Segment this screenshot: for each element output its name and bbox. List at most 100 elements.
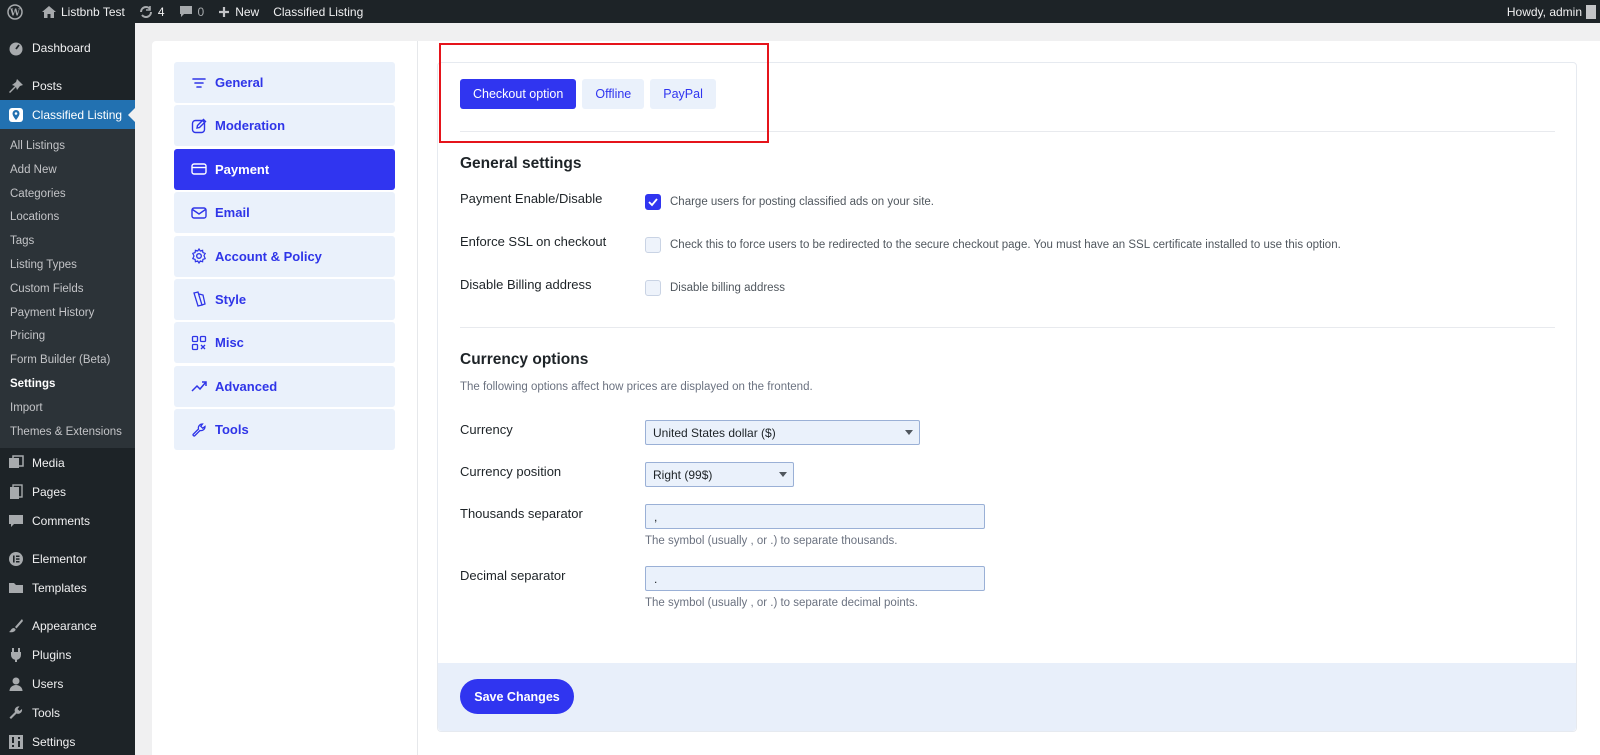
- settings-nav: General Moderation Payment Email Account…: [174, 62, 395, 453]
- decimal-separator-help: The symbol (usually , or .) to separate …: [645, 597, 918, 609]
- panel-divider: [417, 41, 418, 755]
- new-label: New: [235, 4, 260, 19]
- menu-settings[interactable]: Settings: [0, 727, 135, 755]
- submenu-themes-extensions[interactable]: Themes & Extensions: [0, 421, 135, 445]
- gear-icon: [191, 248, 207, 265]
- ssl-label: Enforce SSL on checkout: [460, 234, 607, 249]
- nav-misc-label: Misc: [215, 335, 244, 351]
- menu-settings-label: Settings: [32, 734, 76, 749]
- site-name-link[interactable]: Listbnb Test: [35, 0, 132, 23]
- user-icon: [8, 676, 24, 692]
- admin-menu: Dashboard Posts Classified Listing All L…: [0, 23, 135, 755]
- payment-enable-text: Charge users for posting classified ads …: [670, 196, 934, 208]
- envelope-icon: [191, 206, 207, 219]
- checkmark-icon: [648, 198, 658, 207]
- menu-pages-label: Pages: [32, 484, 67, 499]
- payment-settings-card: Checkout option Offline PayPal General s…: [437, 62, 1577, 732]
- form-footer: Save Changes: [438, 663, 1576, 731]
- pin-icon: [8, 78, 24, 94]
- site-name: Listbnb Test: [61, 4, 125, 19]
- payment-enable-checkbox[interactable]: [645, 194, 661, 210]
- billing-label: Disable Billing address: [460, 277, 592, 292]
- menu-comments[interactable]: Comments: [0, 506, 135, 535]
- thousands-separator-input[interactable]: ,: [645, 504, 985, 529]
- submenu-listing-types[interactable]: Listing Types: [0, 254, 135, 278]
- currency-select-value: United States dollar ($): [653, 425, 776, 440]
- submenu-all-listings[interactable]: All Listings: [0, 135, 135, 159]
- currency-position-value: Right (99$): [653, 467, 713, 482]
- nav-account-policy[interactable]: Account & Policy: [174, 235, 395, 277]
- nav-email-label: Email: [215, 205, 250, 221]
- decimal-separator-label: Decimal separator: [460, 568, 566, 583]
- wrench-icon: [192, 422, 206, 437]
- submenu-add-new[interactable]: Add New: [0, 159, 135, 183]
- elementor-icon: [8, 551, 24, 567]
- menu-tools[interactable]: Tools: [0, 698, 135, 727]
- currency-select[interactable]: United States dollar ($): [645, 420, 920, 445]
- comments-count: 0: [197, 4, 205, 19]
- decimal-separator-input[interactable]: .: [645, 566, 985, 591]
- ssl-checkbox[interactable]: [645, 237, 661, 253]
- nav-advanced[interactable]: Advanced: [174, 365, 395, 407]
- submenu-custom-fields[interactable]: Custom Fields: [0, 278, 135, 302]
- comments-link[interactable]: 0: [172, 0, 212, 23]
- nav-general[interactable]: General: [174, 62, 395, 103]
- nav-general-label: General: [215, 75, 264, 90]
- submenu-payment-history[interactable]: Payment History: [0, 302, 135, 326]
- menu-elementor[interactable]: Elementor: [0, 544, 135, 573]
- credit-card-icon: [191, 163, 207, 175]
- menu-classified-listing[interactable]: Classified Listing: [0, 100, 135, 129]
- classified-listing-label: Classified Listing: [273, 4, 364, 19]
- nav-account-policy-label: Account & Policy: [215, 248, 322, 264]
- grid-icon: [191, 335, 207, 350]
- highlight-box: [439, 43, 769, 143]
- menu-media[interactable]: Media: [0, 448, 135, 477]
- location-pin-icon: [8, 107, 24, 123]
- wordpress-logo-icon[interactable]: W: [0, 0, 35, 23]
- submenu-locations[interactable]: Locations: [0, 206, 135, 230]
- menu-pages[interactable]: Pages: [0, 477, 135, 506]
- thousands-separator-help: The symbol (usually , or .) to separate …: [645, 535, 898, 547]
- menu-plugins[interactable]: Plugins: [0, 640, 135, 669]
- nav-style[interactable]: Style: [174, 278, 395, 320]
- divider: [460, 327, 1555, 328]
- updates-link[interactable]: 4: [132, 0, 172, 23]
- nav-misc[interactable]: Misc: [174, 322, 395, 364]
- currency-options-title: Currency options: [460, 351, 589, 368]
- menu-users[interactable]: Users: [0, 669, 135, 698]
- dashboard-icon: [8, 40, 24, 56]
- submenu-form-builder[interactable]: Form Builder (Beta): [0, 349, 135, 373]
- billing-checkbox[interactable]: [645, 280, 661, 296]
- swatch-icon: [193, 291, 206, 308]
- menu-templates[interactable]: Templates: [0, 573, 135, 602]
- nav-email[interactable]: Email: [174, 192, 395, 234]
- submenu-tags[interactable]: Tags: [0, 230, 135, 254]
- admin-bar: W Listbnb Test 4 0 New Classified Listin…: [0, 0, 1600, 23]
- classified-submenu: All Listings Add New Categories Location…: [0, 129, 135, 449]
- save-changes-button[interactable]: Save Changes: [460, 679, 574, 714]
- menu-appearance[interactable]: Appearance: [0, 611, 135, 640]
- ssl-text: Check this to force users to be redirect…: [670, 239, 1341, 251]
- submenu-import[interactable]: Import: [0, 397, 135, 421]
- menu-comments-label: Comments: [32, 513, 91, 528]
- nav-payment[interactable]: Payment: [174, 148, 395, 190]
- menu-templates-label: Templates: [32, 580, 87, 595]
- plugin-icon: [8, 647, 24, 663]
- paintbrush-icon: [8, 618, 24, 634]
- home-icon: [42, 5, 56, 18]
- currency-position-label: Currency position: [460, 464, 562, 479]
- my-account[interactable]: Howdy, admin: [1507, 0, 1600, 23]
- nav-tools[interactable]: Tools: [174, 409, 395, 451]
- classified-listing-link[interactable]: Classified Listing: [266, 0, 370, 23]
- new-content-link[interactable]: New: [211, 0, 266, 23]
- updates-icon: [139, 5, 152, 18]
- currency-position-select[interactable]: Right (99$): [645, 462, 794, 487]
- submenu-settings[interactable]: Settings: [0, 373, 135, 397]
- menu-dashboard[interactable]: Dashboard: [0, 33, 135, 62]
- submenu-pricing[interactable]: Pricing: [0, 325, 135, 349]
- nav-moderation[interactable]: Moderation: [174, 105, 395, 147]
- folder-icon: [8, 580, 24, 596]
- menu-posts[interactable]: Posts: [0, 71, 135, 100]
- submenu-categories[interactable]: Categories: [0, 183, 135, 207]
- plus-icon: [219, 6, 230, 17]
